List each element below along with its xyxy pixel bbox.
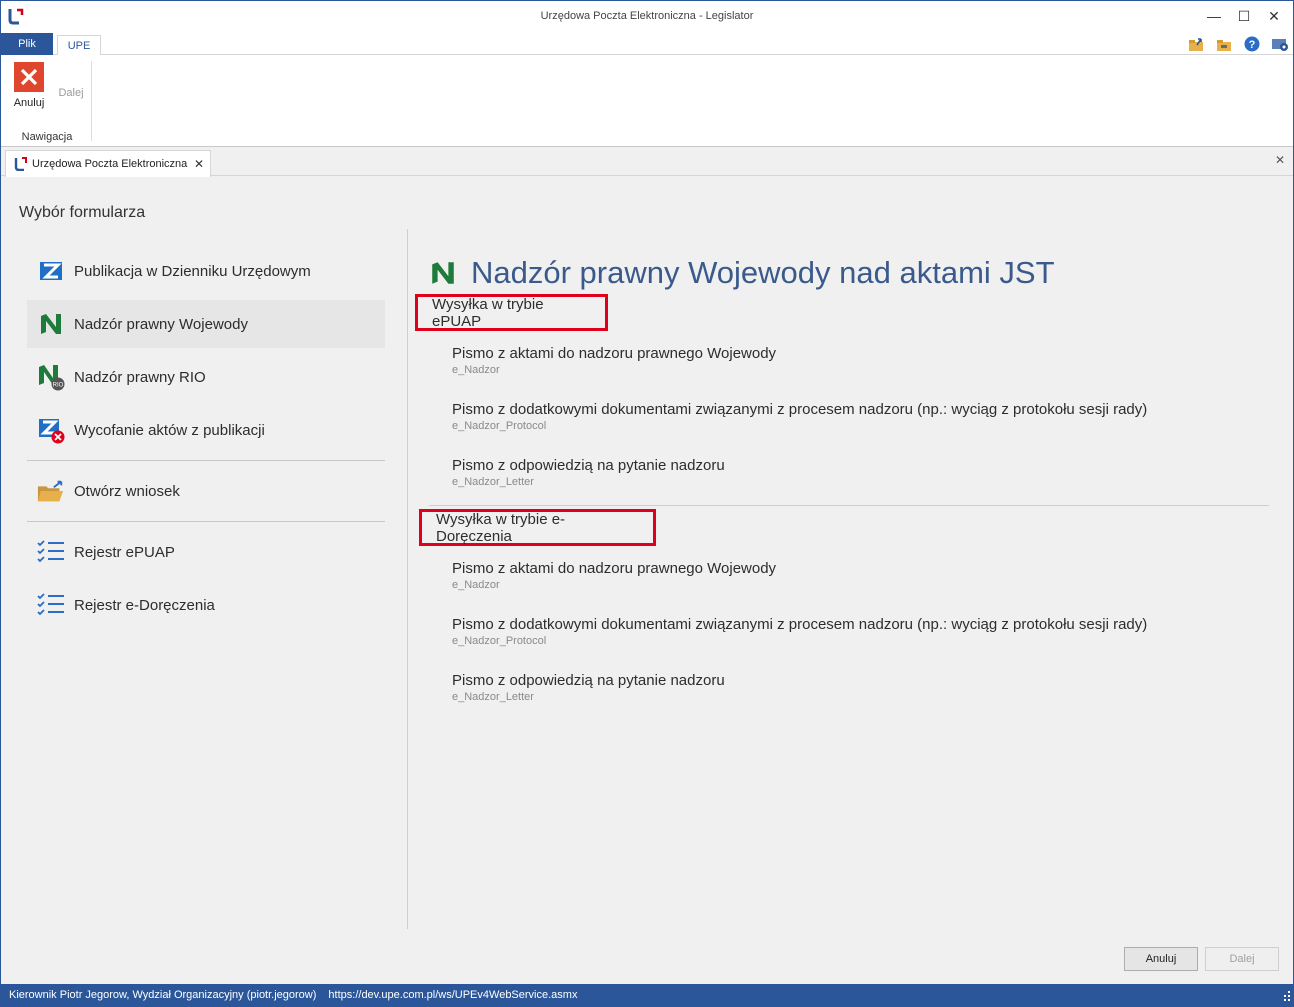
import-icon[interactable] xyxy=(1215,36,1233,52)
nav-item-otworz-wniosek[interactable]: Otwórz wniosek xyxy=(27,467,385,515)
form-item[interactable]: Pismo z dodatkowymi dokumentami związany… xyxy=(452,616,1147,647)
export-icon[interactable] xyxy=(1187,36,1205,52)
open-folder-icon xyxy=(37,477,65,505)
nav-separator xyxy=(27,460,385,461)
nav-item-dziennik[interactable]: Publikacja w Dzienniku Urzędowym xyxy=(27,247,385,295)
status-user: Kierownik Piotr Jegorow, Wydział Organiz… xyxy=(9,989,317,1001)
nav-item-label: Wycofanie aktów z publikacji xyxy=(74,421,265,439)
form-item[interactable]: Pismo z aktami do nadzoru prawnego Wojew… xyxy=(452,345,776,376)
checklist-icon xyxy=(37,591,65,619)
nav-item-wycofanie[interactable]: Wycofanie aktów z publikacji xyxy=(27,406,385,454)
form-code: e_Nadzor_Letter xyxy=(452,476,534,488)
document-tab-strip: Urzędowa Poczta Elektroniczna ✕ ✕ xyxy=(1,148,1293,177)
upe-logo-icon xyxy=(14,157,27,171)
form-title: Pismo z aktami do nadzoru prawnego Wojew… xyxy=(452,560,777,577)
mode-heading-epuap: Wysyłka w trybie ePUAP xyxy=(415,294,608,331)
next-button[interactable]: Dalej xyxy=(1205,947,1279,971)
nav-item-label: Rejestr e-Doręczenia xyxy=(74,596,215,614)
document-tab[interactable]: Urzędowa Poczta Elektroniczna ✕ xyxy=(5,150,211,177)
nav-separator xyxy=(27,521,385,522)
app-window: Urzędowa Poczta Elektroniczna - Legislat… xyxy=(0,0,1294,1007)
cancel-button[interactable]: Anuluj xyxy=(1124,947,1198,971)
svg-text:?: ? xyxy=(1249,39,1256,51)
ribbon-tab-bar: Plik UPE ? xyxy=(1,33,1293,56)
form-code: e_Nadzor_Protocol xyxy=(452,420,547,432)
form-list-header: Nadzór prawny Wojewody nad aktami JST xyxy=(429,255,1055,291)
status-bar: Kierownik Piotr Jegorow, Wydział Organiz… xyxy=(1,984,1293,1006)
ribbon: Anuluj Dalej Nawigacja xyxy=(1,55,1293,147)
resize-grip-icon[interactable] xyxy=(1283,990,1291,1002)
ribbon-cancel-button[interactable]: Anuluj xyxy=(9,61,49,117)
main-content: Wybór formularza Publikacja w Dzienniku … xyxy=(1,177,1293,983)
form-title: Pismo z dodatkowymi dokumentami związany… xyxy=(452,401,1148,418)
nadzor-wojewody-icon xyxy=(432,262,454,284)
form-nav: Publikacja w Dzienniku Urzędowym Nadzór … xyxy=(27,247,385,634)
form-title: Pismo z aktami do nadzoru prawnego Wojew… xyxy=(452,345,777,362)
title-bar: Urzędowa Poczta Elektroniczna - Legislat… xyxy=(1,1,1293,33)
ribbon-separator xyxy=(91,61,92,141)
document-tab-label: Urzędowa Poczta Elektroniczna xyxy=(32,158,188,170)
nadzor-rio-icon: RIO xyxy=(37,363,65,391)
nadzor-wojewody-icon xyxy=(37,310,65,338)
dziennik-icon xyxy=(37,257,65,285)
checklist-icon xyxy=(37,538,65,566)
form-item[interactable]: Pismo z odpowiedzią na pytanie nadzoru e… xyxy=(452,457,725,488)
tab-plik[interactable]: Plik xyxy=(1,33,53,55)
nav-item-nadzor-rio[interactable]: RIO Nadzór prawny RIO xyxy=(27,353,385,401)
nav-item-nadzor-wojewody[interactable]: Nadzór prawny Wojewody xyxy=(27,300,385,348)
form-code: e_Nadzor_Protocol xyxy=(452,635,547,647)
wycofanie-icon xyxy=(37,416,65,444)
ribbon-next-button[interactable]: Dalej xyxy=(51,61,91,117)
form-item[interactable]: Pismo z odpowiedzią na pytanie nadzoru e… xyxy=(452,672,725,703)
form-list-title: Nadzór prawny Wojewody nad aktami JST xyxy=(471,255,1055,290)
section-title: Wybór formularza xyxy=(19,204,146,221)
form-item[interactable]: Pismo z aktami do nadzoru prawnego Wojew… xyxy=(452,560,776,591)
ribbon-next-label: Dalej xyxy=(58,87,84,99)
document-tab-close-icon[interactable]: ✕ xyxy=(194,157,204,171)
panel-divider xyxy=(407,229,408,929)
panel-close-icon[interactable]: ✕ xyxy=(1275,153,1285,167)
cancel-icon xyxy=(14,62,44,92)
nav-item-label: Publikacja w Dzienniku Urzędowym xyxy=(74,262,311,280)
form-code: e_Nadzor xyxy=(452,579,500,591)
nav-item-rejestr-edoreczenia[interactable]: Rejestr e-Doręczenia xyxy=(27,581,385,629)
nav-item-label: Nadzór prawny Wojewody xyxy=(74,315,248,333)
form-title: Pismo z dodatkowymi dokumentami związany… xyxy=(452,616,1148,633)
close-button[interactable]: ✕ xyxy=(1261,5,1287,27)
mode-heading-edoreczenia: Wysyłka w trybie e-Doręczenia xyxy=(419,509,656,546)
tab-upe[interactable]: UPE xyxy=(57,35,101,56)
help-icon[interactable]: ? xyxy=(1243,36,1261,52)
maximize-button[interactable]: ☐ xyxy=(1231,5,1257,27)
ribbon-group-label: Nawigacja xyxy=(21,131,73,143)
form-code: e_Nadzor_Letter xyxy=(452,691,534,703)
nav-item-label: Otwórz wniosek xyxy=(74,482,180,500)
svg-text:RIO: RIO xyxy=(53,383,64,389)
nav-item-label: Rejestr ePUAP xyxy=(74,543,175,561)
form-title: Pismo z odpowiedzią na pytanie nadzoru xyxy=(452,672,725,689)
form-item[interactable]: Pismo z dodatkowymi dokumentami związany… xyxy=(452,401,1147,432)
window-title: Urzędowa Poczta Elektroniczna - Legislat… xyxy=(540,10,754,22)
ribbon-cancel-label: Anuluj xyxy=(13,97,45,109)
nav-item-rejestr-epuap[interactable]: Rejestr ePUAP xyxy=(27,528,385,576)
form-title: Pismo z odpowiedzią na pytanie nadzoru xyxy=(452,457,725,474)
settings-icon[interactable] xyxy=(1271,36,1289,52)
minimize-button[interactable]: — xyxy=(1201,5,1227,27)
mode-separator xyxy=(429,505,1269,506)
status-url: https://dev.upe.com.pl/ws/UPEv4WebServic… xyxy=(328,989,578,1001)
nav-item-label: Nadzór prawny RIO xyxy=(74,368,206,386)
form-code: e_Nadzor xyxy=(452,364,500,376)
